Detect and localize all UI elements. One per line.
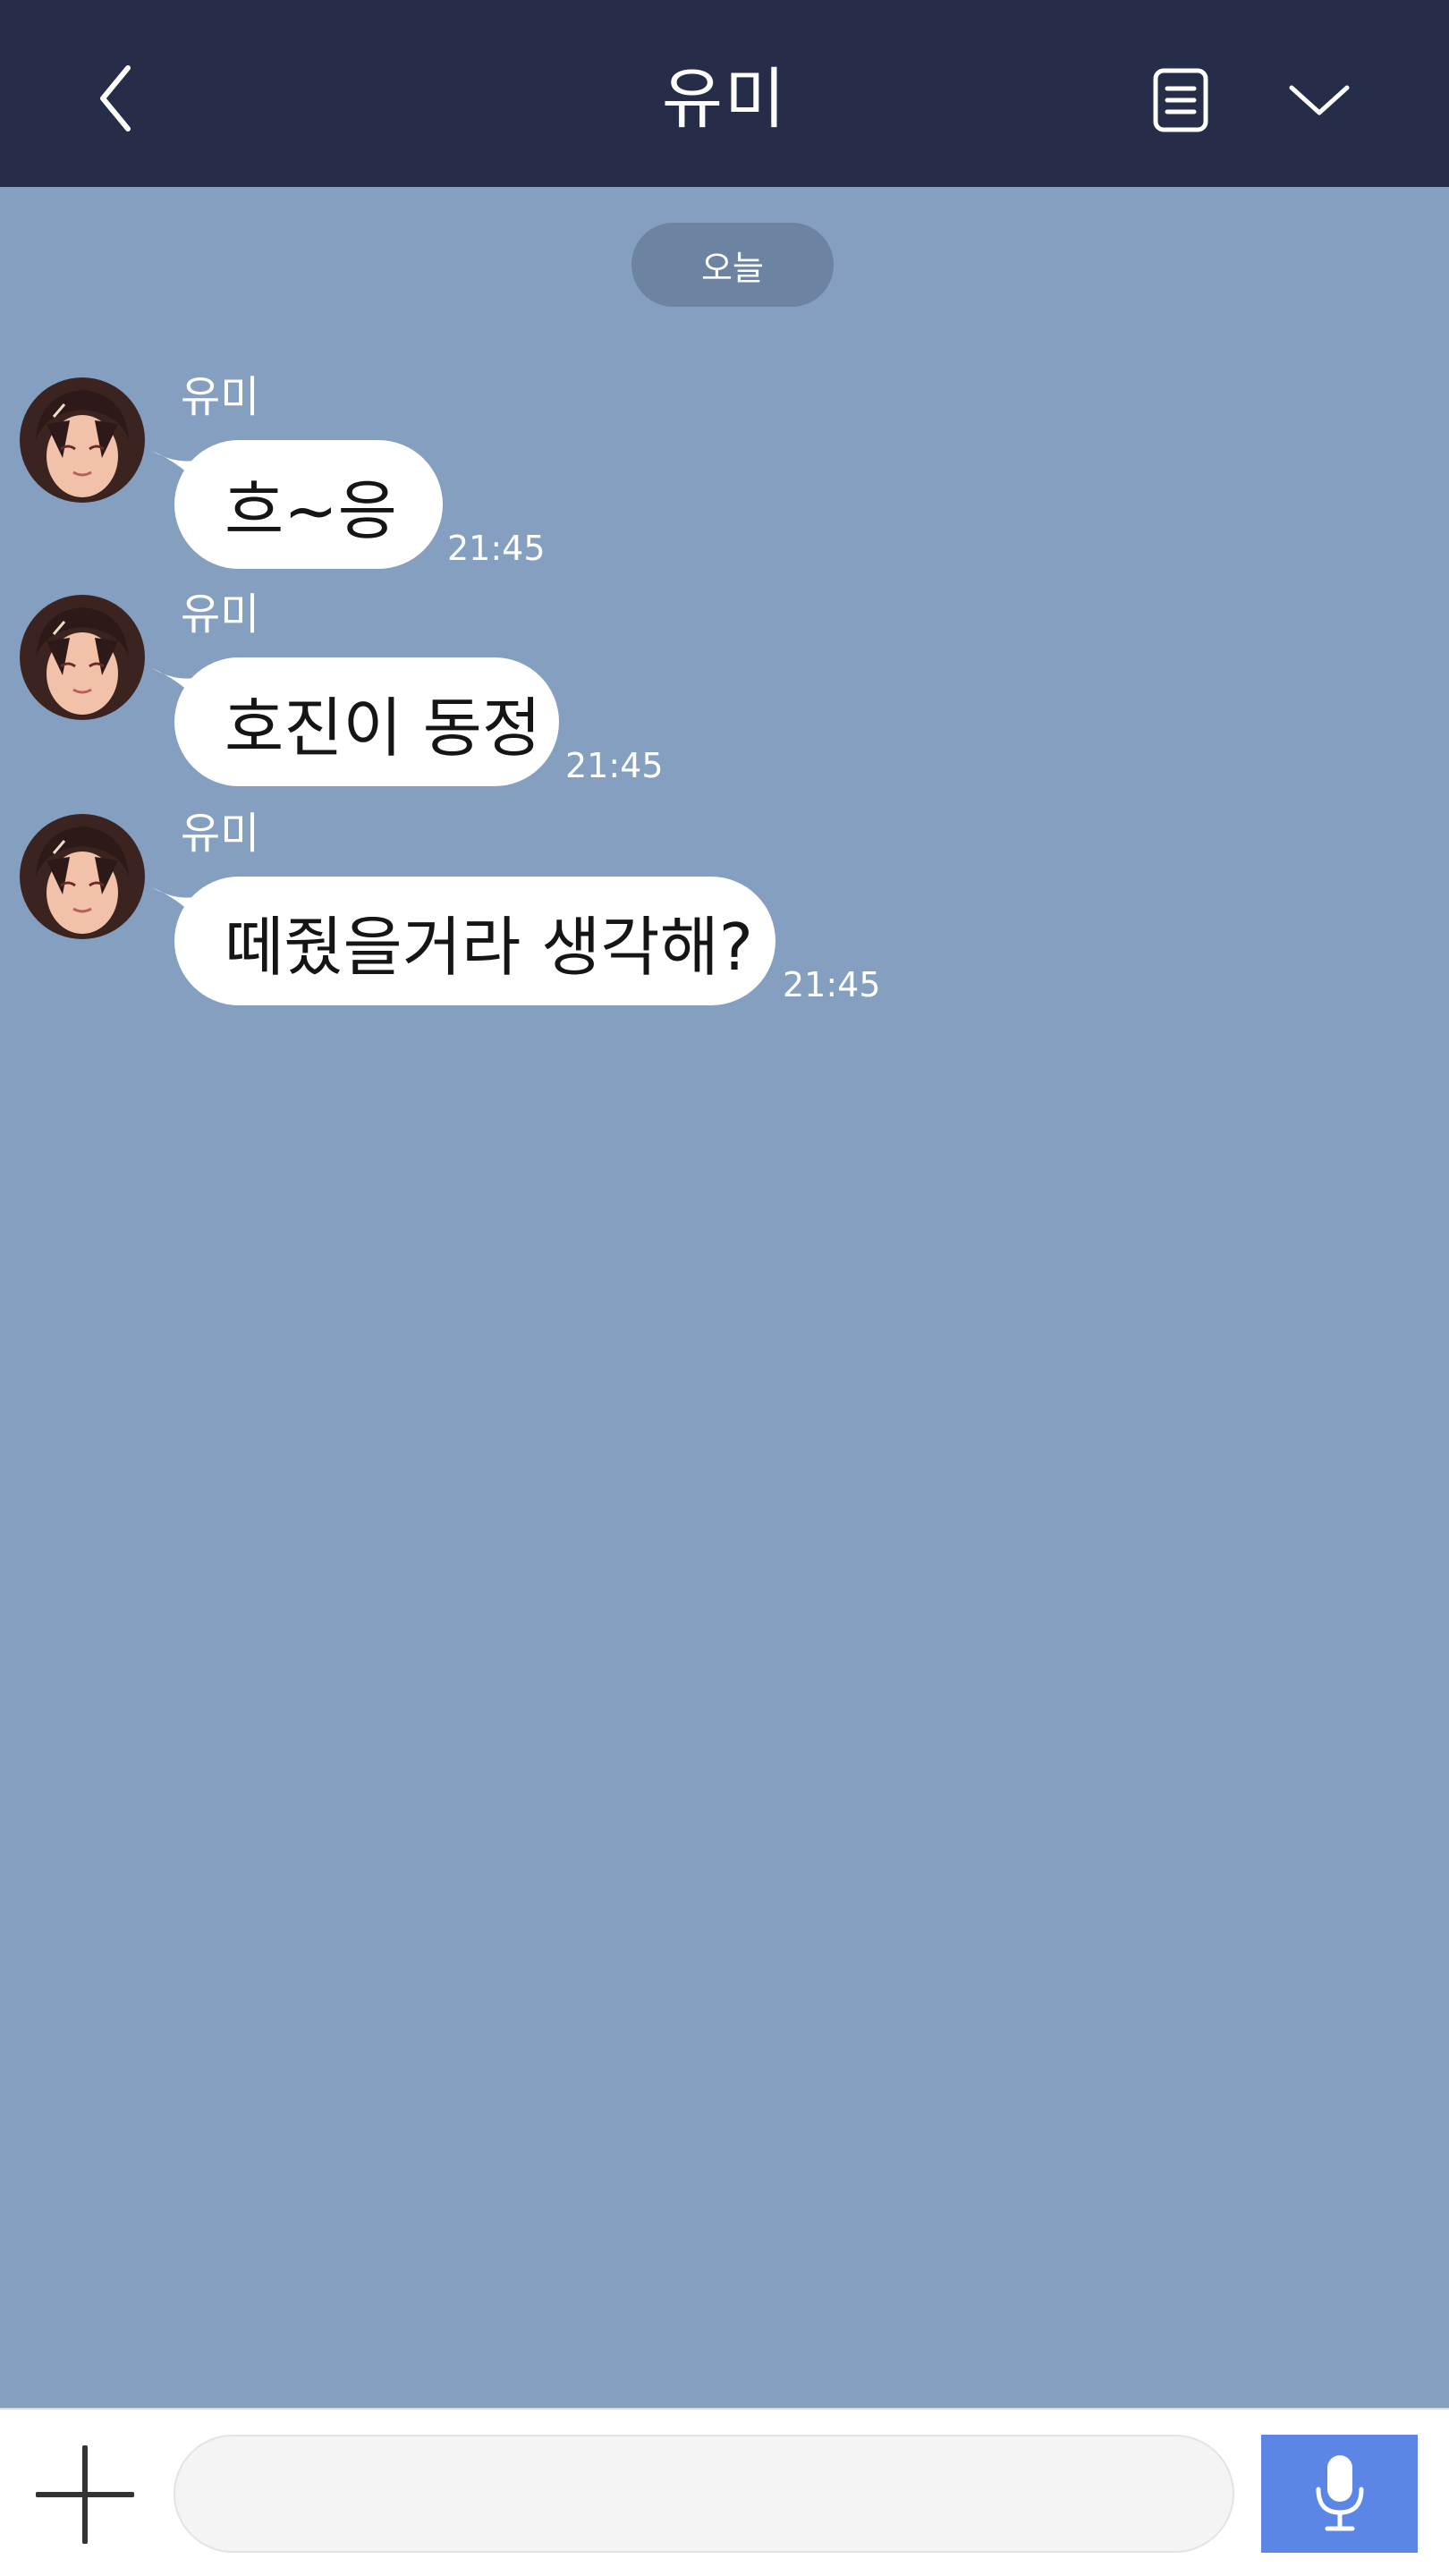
chat-header: 유미 <box>0 0 1449 187</box>
message-time: 21:45 <box>447 529 546 568</box>
avatar[interactable] <box>20 377 145 503</box>
microphone-icon <box>1316 2455 1363 2531</box>
message-bubble[interactable]: 흐~응 <box>174 440 443 569</box>
sender-name: 유미 <box>181 372 260 422</box>
sender-name: 유미 <box>181 589 260 640</box>
message-time: 21:45 <box>565 746 664 785</box>
chat-title: 유미 <box>661 61 788 138</box>
message-row: 유미 떼줬을거라 생각해? 21:45 <box>0 809 1449 1029</box>
message-list[interactable]: 오늘 유미 흐~응 21:45 유미 호진이 동정 21:45 유미 떼줬을거라… <box>0 187 1449 2408</box>
message-input-wrapper <box>174 2435 1364 2553</box>
attach-button[interactable] <box>27 2436 143 2553</box>
message-composer <box>0 2408 1449 2576</box>
chevron-down-icon <box>1289 85 1350 115</box>
chevron-left-icon <box>100 65 131 131</box>
sender-name: 유미 <box>181 809 260 859</box>
notes-button[interactable] <box>1145 64 1216 136</box>
message-bubble[interactable]: 떼줬을거라 생각해? <box>174 877 775 1005</box>
message-row: 유미 흐~응 21:45 <box>0 372 1449 592</box>
message-bubble[interactable]: 호진이 동정 <box>174 657 559 786</box>
avatar[interactable] <box>20 595 145 720</box>
avatar[interactable] <box>20 814 145 939</box>
back-button[interactable] <box>85 63 148 134</box>
plus-icon <box>36 2445 134 2544</box>
document-icon <box>1153 68 1208 132</box>
collapse-menu-button[interactable] <box>1279 64 1360 136</box>
voice-button[interactable] <box>1261 2435 1418 2553</box>
message-input[interactable] <box>211 2436 1109 2553</box>
message-time: 21:45 <box>783 965 881 1004</box>
message-row: 유미 호진이 동정 21:45 <box>0 589 1449 809</box>
date-divider: 오늘 <box>631 223 834 307</box>
